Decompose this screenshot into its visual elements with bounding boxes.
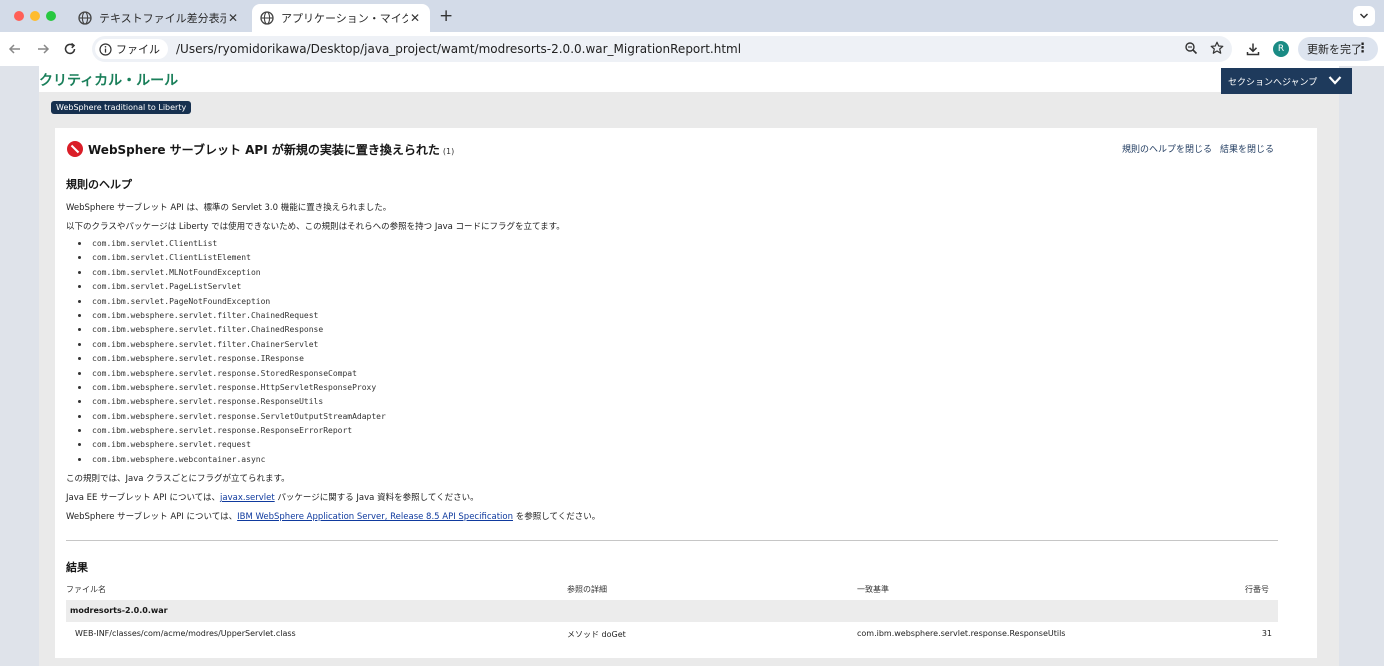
close-icon[interactable]: ✕ (226, 11, 240, 25)
rule-title: WebSphere サーブレット API が新規の実装に置き換えられた (1) (88, 141, 454, 158)
rule-title-text: WebSphere サーブレット API が新規の実装に置き換えられた (88, 143, 440, 157)
javaee-suffix: パッケージに関する Java 資料を参照してください。 (274, 493, 479, 503)
close-icon[interactable]: ✕ (408, 11, 422, 25)
websphere-suffix: を参照してください。 (513, 512, 601, 522)
list-item: com.ibm.servlet.ClientList (78, 237, 386, 251)
archive-group-row: modresorts-2.0.0.war (66, 600, 1278, 622)
profile-avatar[interactable]: R (1273, 41, 1289, 57)
info-icon (99, 42, 112, 56)
window-minimize-button[interactable] (30, 11, 40, 21)
reload-icon (64, 42, 76, 55)
list-item: com.ibm.websphere.servlet.response.HttpS… (78, 381, 386, 395)
tab-label: アプリケーション・マイグレーシ (281, 12, 408, 25)
list-item: com.ibm.websphere.servlet.response.Respo… (78, 395, 386, 409)
scheme-label: ファイル (116, 43, 160, 56)
back-button[interactable] (6, 40, 24, 58)
tab-label: テキストファイル差分表示結果 (99, 12, 226, 25)
list-item: com.ibm.servlet.ClientListElement (78, 251, 386, 265)
site-info-chip[interactable]: ファイル (95, 39, 168, 59)
critical-severity-icon (67, 141, 83, 157)
tab-search-button[interactable] (1353, 6, 1375, 26)
chevron-down-icon (1359, 13, 1369, 19)
javaee-prefix: Java EE サーブレット API については、 (66, 493, 221, 503)
downloads-button[interactable] (1244, 40, 1262, 58)
window-close-button[interactable] (14, 11, 24, 21)
list-item: com.ibm.websphere.servlet.filter.Chained… (78, 309, 386, 323)
results-heading: 結果 (66, 561, 88, 574)
list-item: com.ibm.websphere.servlet.response.Servl… (78, 410, 386, 424)
list-item: com.ibm.websphere.servlet.filter.Chained… (78, 323, 386, 337)
reload-button[interactable] (61, 40, 79, 58)
section-jump-button[interactable]: セクションへジャンプ (1221, 68, 1352, 94)
section-divider (66, 540, 1278, 541)
new-tab-button[interactable]: + (439, 6, 453, 26)
list-item: com.ibm.websphere.servlet.response.IResp… (78, 352, 386, 366)
list-item: com.ibm.websphere.servlet.request (78, 438, 386, 452)
more-menu-icon[interactable]: ⋮ (1356, 41, 1369, 56)
tab-diff-results[interactable]: テキストファイル差分表示結果 ✕ (70, 4, 248, 32)
close-results-link[interactable]: 結果を閉じる (1220, 142, 1274, 155)
rule-count: (1) (442, 147, 455, 156)
forward-button[interactable] (34, 40, 52, 58)
result-detail-cell: メソッド doGet (567, 630, 626, 639)
result-line-cell: 31 (1261, 629, 1272, 638)
column-header-match: 一致基準 (857, 585, 889, 594)
websphere-api-link[interactable]: IBM WebSphere Application Server, Releas… (237, 512, 513, 522)
help-intro-2: 以下のクラスやパッケージは Liberty では使用できないため、この規則はそれ… (66, 222, 565, 232)
list-item: com.ibm.servlet.PageListServlet (78, 280, 386, 294)
list-item: com.ibm.servlet.PageNotFoundException (78, 295, 386, 309)
chevron-down-icon (1328, 76, 1342, 85)
tab-strip: テキストファイル差分表示結果 ✕ アプリケーション・マイグレーシ ✕ + (0, 0, 1384, 32)
download-icon (1246, 43, 1260, 56)
tab-migration-report[interactable]: アプリケーション・マイグレーシ ✕ (252, 4, 430, 32)
result-match-cell: com.ibm.websphere.servlet.response.Respo… (857, 629, 1066, 638)
result-file-cell: WEB-INF/classes/com/acme/modres/UpperSer… (75, 629, 296, 638)
update-label: 更新を完了 (1307, 43, 1362, 56)
flag-note: この規則では、Java クラスごとにフラグが立てられます。 (66, 474, 290, 484)
column-header-file: ファイル名 (66, 585, 106, 594)
zoom-icon[interactable] (1184, 41, 1198, 55)
globe-icon (260, 11, 274, 25)
close-help-link[interactable]: 規則のヘルプを閉じる (1122, 142, 1212, 155)
migration-target-tag: WebSphere traditional to Liberty (51, 101, 192, 114)
browser-toolbar: ファイル /Users/ryomidorikawa/Desktop/java_p… (0, 32, 1384, 66)
address-bar[interactable]: ファイル /Users/ryomidorikawa/Desktop/java_p… (92, 36, 1232, 62)
websphere-prefix: WebSphere サーブレット API については、 (66, 512, 238, 522)
rule-card: WebSphere サーブレット API が新規の実装に置き換えられた (1) 規… (55, 128, 1317, 658)
section-jump-label: セクションへジャンプ (1228, 77, 1318, 88)
list-item: com.ibm.websphere.webcontainer.async (78, 453, 386, 467)
window-zoom-button[interactable] (46, 11, 56, 21)
list-item: com.ibm.websphere.servlet.filter.Chainer… (78, 338, 386, 352)
help-heading: 規則のヘルプ (66, 178, 132, 191)
update-button[interactable]: 更新を完了 ⋮ (1298, 37, 1378, 61)
column-header-detail: 参照の詳細 (567, 585, 607, 594)
javaee-reference: Java EE サーブレット API については、javax.servlet パ… (66, 491, 479, 503)
forward-arrow-icon (38, 44, 50, 54)
list-item: com.ibm.websphere.servlet.response.Respo… (78, 424, 386, 438)
list-item: com.ibm.servlet.MLNotFoundException (78, 266, 386, 280)
url-text[interactable]: /Users/ryomidorikawa/Desktop/java_projec… (176, 42, 741, 56)
websphere-reference: WebSphere サーブレット API については、IBM WebSphere… (66, 510, 600, 522)
globe-icon (78, 11, 92, 25)
class-list: com.ibm.servlet.ClientList com.ibm.servl… (78, 237, 386, 467)
section-header: クリティカル・ルール (39, 66, 1339, 92)
bookmark-star-icon[interactable] (1210, 41, 1224, 55)
report-page: クリティカル・ルール セクションへジャンプ WebSphere traditio… (39, 66, 1352, 666)
back-arrow-icon (8, 44, 20, 54)
list-item: com.ibm.websphere.servlet.response.Store… (78, 367, 386, 381)
javaee-link[interactable]: javax.servlet (220, 493, 275, 503)
help-intro-1: WebSphere サーブレット API は、標準の Servlet 3.0 機… (66, 203, 392, 213)
column-header-line: 行番号 (1245, 585, 1269, 594)
section-title: クリティカル・ルール (39, 73, 179, 89)
page-viewport: クリティカル・ルール セクションへジャンプ WebSphere traditio… (0, 66, 1384, 666)
